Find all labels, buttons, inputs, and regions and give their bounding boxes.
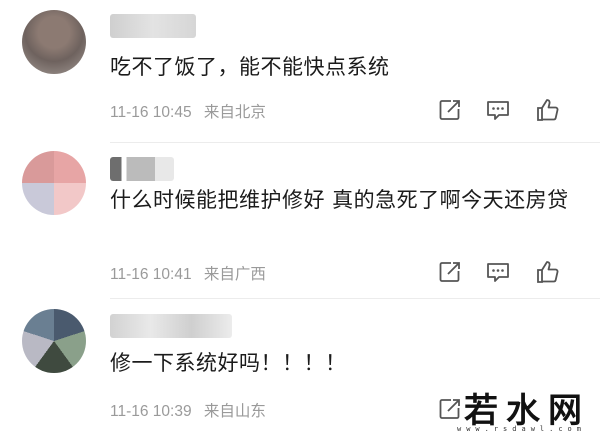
comment-location: 来自山东 bbox=[203, 403, 266, 420]
comment-item: 什么时候能把维护修好 真的急死了啊今天还房贷 11-16 10:41 来自广西 bbox=[0, 143, 600, 298]
comment-time: 11-16 10:41 bbox=[110, 266, 192, 283]
comment-item: 吃不了饭了，能不能快点系统 11-16 10:45 来自北京 bbox=[0, 0, 600, 140]
comment-meta: 11-16 10:39 来自山东 bbox=[110, 399, 274, 421]
reply-icon[interactable] bbox=[484, 96, 512, 124]
comment-content: 修一下系统好吗！！！！ bbox=[110, 351, 347, 375]
watermark-logo: 若水网 www.rsdawl.com bbox=[440, 389, 590, 433]
comment-content: 吃不了饭了，能不能快点系统 bbox=[110, 55, 390, 79]
comment-location: 来自广西 bbox=[203, 266, 266, 283]
username-blurred[interactable] bbox=[110, 314, 232, 338]
comment-actions bbox=[436, 96, 576, 126]
comment-meta: 11-16 10:41 来自广西 bbox=[110, 262, 274, 284]
watermark-sub: www.rsdawl.com bbox=[456, 425, 586, 433]
reply-icon[interactable] bbox=[484, 258, 512, 286]
username-blurred[interactable] bbox=[110, 157, 174, 181]
comment-time: 11-16 10:39 bbox=[110, 403, 192, 420]
avatar[interactable] bbox=[22, 309, 86, 373]
share-icon[interactable] bbox=[436, 96, 464, 124]
comment-time: 11-16 10:45 bbox=[110, 104, 192, 121]
username-blurred[interactable] bbox=[110, 14, 196, 38]
avatar[interactable] bbox=[22, 10, 86, 74]
comment-actions bbox=[436, 258, 576, 288]
avatar[interactable] bbox=[22, 151, 86, 215]
comment-meta: 11-16 10:45 来自北京 bbox=[110, 100, 274, 122]
comment-content: 什么时候能把维护修好 真的急死了啊今天还房贷 bbox=[110, 188, 569, 212]
comment-location: 来自北京 bbox=[203, 104, 266, 121]
share-icon[interactable] bbox=[436, 258, 464, 286]
like-icon[interactable] bbox=[534, 96, 562, 124]
like-icon[interactable] bbox=[534, 258, 562, 286]
